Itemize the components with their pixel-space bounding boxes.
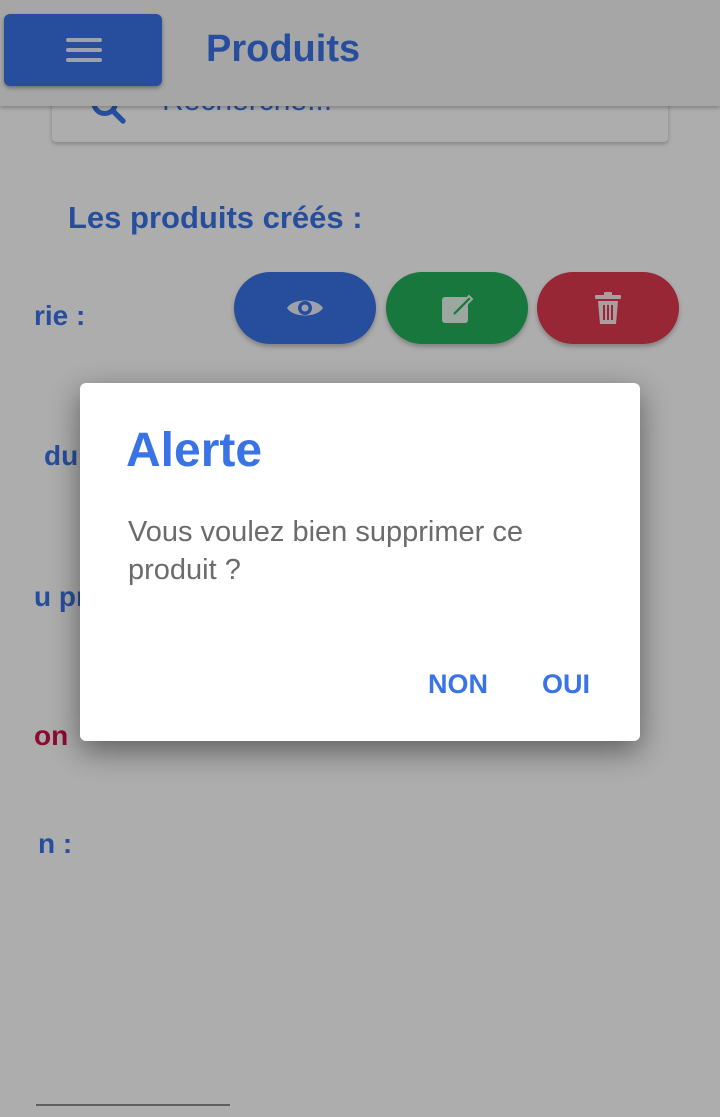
dialog-message: Vous voulez bien supprimer ce produit ?	[128, 516, 523, 586]
alert-dialog: Alerte Vous voulez bien supprimer ce pro…	[80, 383, 640, 741]
products-screen: Produits Recherche... Les produits créés…	[0, 0, 720, 1117]
confirm-button[interactable]: OUI	[542, 669, 590, 700]
cancel-button[interactable]: NON	[428, 669, 488, 700]
dialog-title: Alerte	[126, 424, 263, 477]
